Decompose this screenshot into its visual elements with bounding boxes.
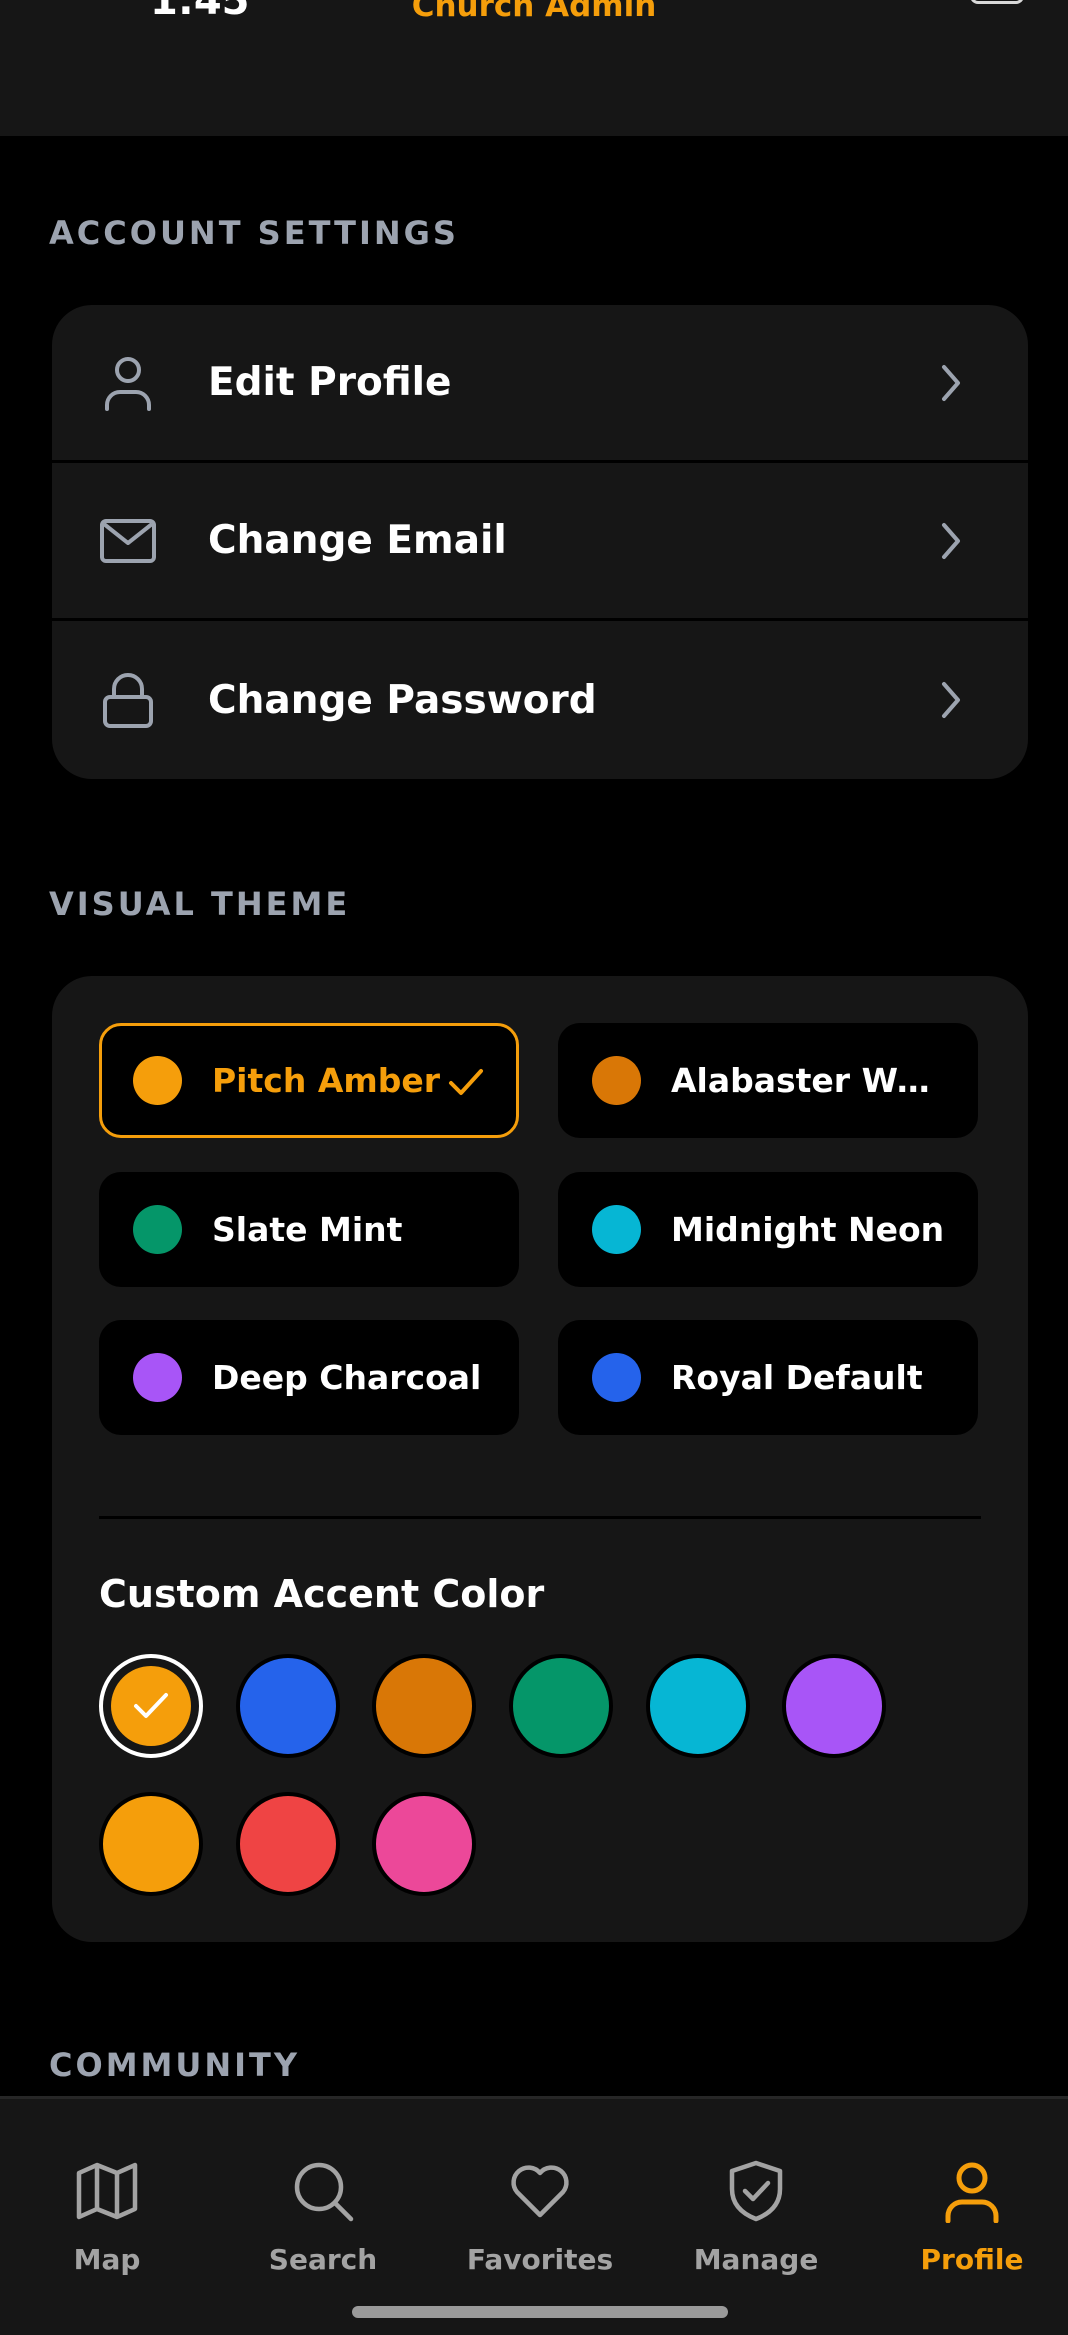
theme-option-label: Alabaster Warm	[671, 1061, 931, 1100]
mail-icon	[98, 511, 158, 571]
lock-icon	[98, 670, 158, 730]
theme-option-label: Royal Default	[671, 1358, 923, 1397]
change-password-label: Change Password	[208, 677, 597, 723]
accent-swatch-purple[interactable]	[782, 1654, 886, 1758]
theme-option-label: Deep Charcoal	[212, 1358, 482, 1397]
accent-swatch-pink[interactable]	[372, 1792, 476, 1896]
community-title: COMMUNITY	[49, 2046, 301, 2084]
user-icon	[98, 353, 158, 413]
theme-color-dot	[133, 1353, 182, 1402]
accent-swatch-orange[interactable]	[372, 1654, 476, 1758]
edit-profile-label: Edit Profile	[208, 360, 452, 405]
change-email-row[interactable]: Change Email	[52, 463, 1028, 621]
accent-swatch-yellow[interactable]	[99, 1792, 203, 1896]
accent-swatch-blue[interactable]	[236, 1654, 340, 1758]
profile-screen: 1:45 Church Admin ACCOUNT SETTINGS Edit …	[0, 0, 1068, 2335]
account-settings-title: ACCOUNT SETTINGS	[49, 214, 459, 252]
nav-map[interactable]: Map	[0, 2099, 214, 2299]
accent-swatch-green[interactable]	[509, 1654, 613, 1758]
check-icon	[446, 1062, 486, 1102]
theme-option-pitch-amber[interactable]: Pitch Amber	[99, 1023, 519, 1138]
theme-option-label: Slate Mint	[212, 1210, 403, 1249]
home-indicator[interactable]	[352, 2306, 728, 2318]
accent-swatch-red[interactable]	[236, 1792, 340, 1896]
shield-check-icon	[724, 2159, 788, 2223]
theme-option-slate-mint[interactable]: Slate Mint	[99, 1172, 519, 1287]
nav-search[interactable]: Search	[216, 2099, 430, 2299]
theme-option-label: Pitch Amber	[212, 1061, 441, 1100]
user-role: Church Admin	[411, 0, 657, 24]
account-settings-card: Edit Profile Change Email Change Passwor…	[52, 305, 1028, 779]
theme-option-midnight-neon[interactable]: Midnight Neon	[558, 1172, 978, 1287]
theme-color-dot	[133, 1056, 182, 1105]
nav-label: Search	[268, 2243, 378, 2276]
theme-color-dot	[592, 1056, 641, 1105]
divider	[99, 1516, 981, 1519]
change-password-row[interactable]: Change Password	[52, 621, 1028, 779]
theme-option-label: Midnight Neon	[671, 1210, 945, 1249]
visual-theme-title: VISUAL THEME	[49, 885, 351, 923]
accent-swatch-amber[interactable]	[99, 1654, 203, 1758]
theme-option-deep-charcoal[interactable]: Deep Charcoal	[99, 1320, 519, 1435]
theme-option-alabaster-warm[interactable]: Alabaster Warm	[558, 1023, 978, 1138]
nav-label: Map	[73, 2243, 141, 2276]
search-icon	[291, 2159, 355, 2223]
edit-profile-row[interactable]: Edit Profile	[52, 305, 1028, 463]
user-icon	[940, 2159, 1004, 2224]
nav-label: Manage	[693, 2243, 819, 2276]
map-icon	[75, 2159, 139, 2223]
nav-favorites[interactable]: Favorites	[433, 2099, 647, 2299]
nav-profile[interactable]: Profile	[865, 2099, 1068, 2299]
change-email-label: Change Email	[208, 518, 507, 563]
check-icon	[131, 1688, 171, 1724]
bottom-nav: Map Search Favorites Manage Profile	[0, 2096, 1068, 2335]
nav-label: Profile	[920, 2243, 1024, 2276]
chevron-right-icon	[936, 678, 966, 722]
theme-color-dot	[133, 1205, 182, 1254]
battery-icon	[970, 0, 1024, 4]
nav-label: Favorites	[466, 2243, 614, 2276]
theme-option-royal-default[interactable]: Royal Default	[558, 1320, 978, 1435]
theme-color-dot	[592, 1353, 641, 1402]
chevron-right-icon	[936, 519, 966, 563]
nav-manage[interactable]: Manage	[649, 2099, 863, 2299]
chevron-right-icon	[936, 361, 966, 405]
visual-theme-card: Pitch Amber Alabaster Warm Slate Mint Mi…	[52, 976, 1028, 1942]
custom-accent-title: Custom Accent Color	[99, 1572, 545, 1616]
accent-swatch-cyan[interactable]	[646, 1654, 750, 1758]
header: 1:45 Church Admin	[0, 0, 1068, 136]
theme-color-dot	[592, 1205, 641, 1254]
heart-icon	[508, 2159, 572, 2223]
